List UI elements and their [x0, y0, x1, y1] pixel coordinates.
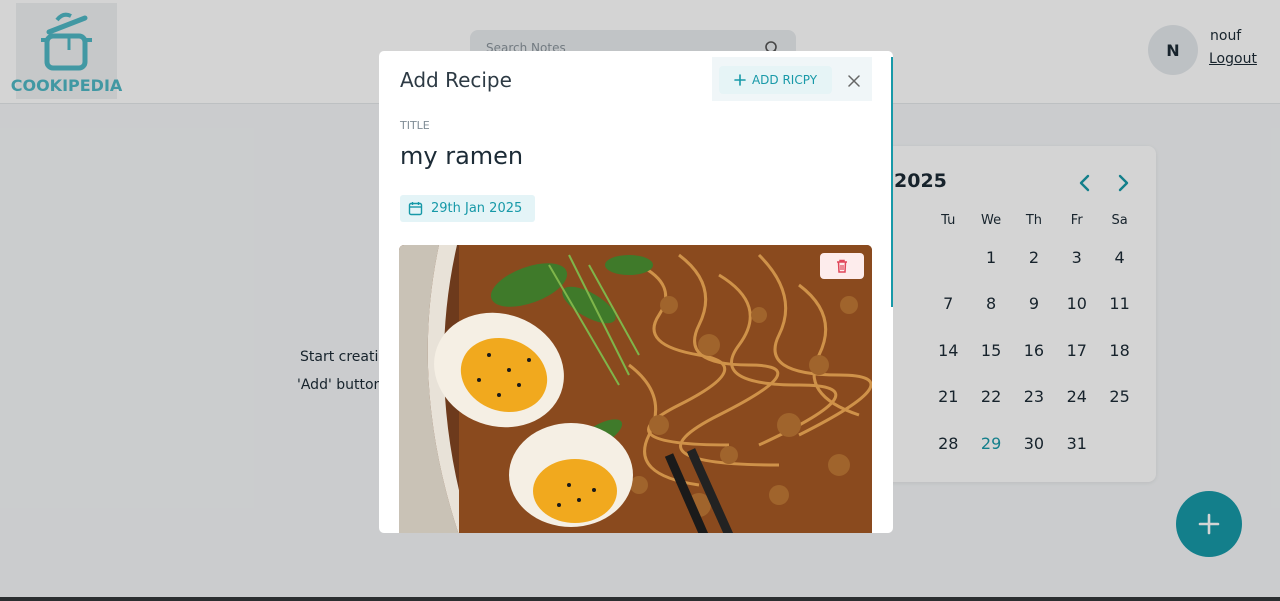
calendar-icon [408, 202, 423, 216]
close-icon [848, 75, 860, 87]
date-label: 29th Jan 2025 [431, 201, 523, 216]
modal-title: Add Recipe [400, 68, 512, 92]
bottom-bar [0, 597, 1280, 601]
plus-icon [734, 74, 746, 86]
recipe-image [399, 245, 872, 533]
title-field-label: TITLE [400, 119, 430, 132]
add-recipe-button-label: ADD RICPY [751, 73, 818, 87]
title-input[interactable]: my ramen [400, 142, 523, 170]
modal-scrollbar[interactable] [891, 57, 893, 307]
add-recipe-modal: Add Recipe ADD RICPY TITLE my ramen 29th… [379, 51, 893, 533]
delete-image-button[interactable] [820, 253, 864, 279]
trash-icon [837, 259, 847, 273]
date-picker-button[interactable]: 29th Jan 2025 [400, 195, 535, 222]
add-recipe-button[interactable]: ADD RICPY [719, 66, 832, 94]
close-button[interactable] [843, 70, 865, 92]
